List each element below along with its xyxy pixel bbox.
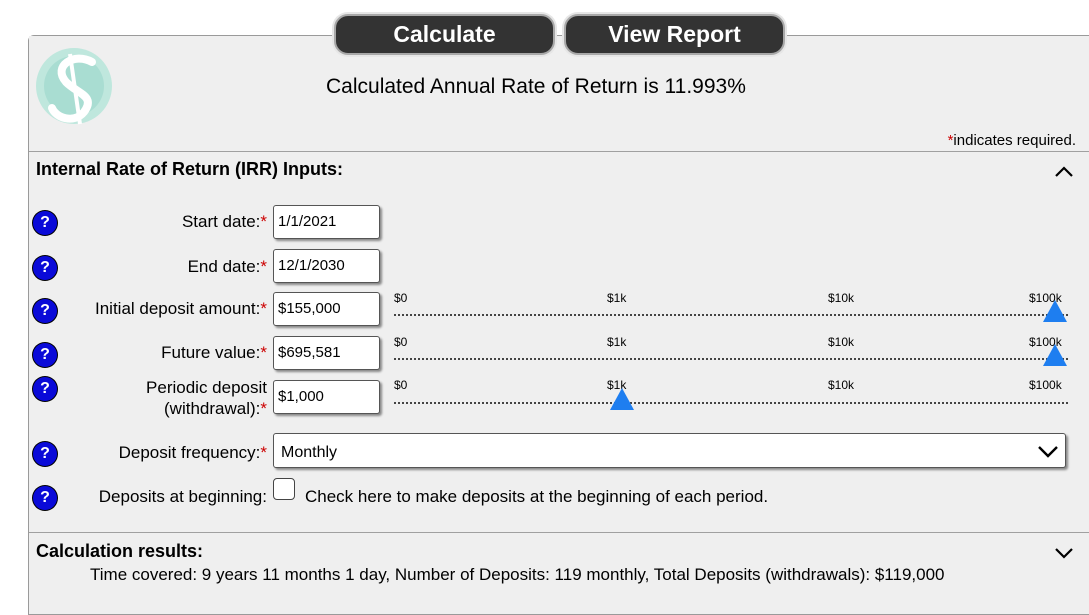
periodic-deposit-label: Periodic deposit (withdrawal):* — [146, 378, 267, 418]
deposit-frequency-label: Deposit frequency:* — [118, 443, 267, 462]
future-value-slider-track[interactable] — [394, 358, 1068, 360]
section-divider — [29, 532, 1089, 533]
slider-tick-label: $10k — [828, 335, 855, 349]
start-date-label: Start date:* — [181, 212, 267, 231]
periodic-deposit-slider-thumb[interactable] — [610, 388, 634, 410]
initial-deposit-slider-track[interactable] — [394, 314, 1068, 316]
future-value-label: Future value:* — [161, 343, 267, 362]
chevron-down-icon — [1038, 446, 1058, 458]
help-deposits-beginning-icon[interactable]: ? — [33, 486, 57, 510]
initial-deposit-input[interactable]: $155,000 — [273, 292, 380, 326]
help-future-value-icon[interactable]: ? — [33, 343, 57, 367]
periodic-deposit-slider-track[interactable] — [394, 402, 1068, 404]
slider-tick-label: $10k — [828, 291, 855, 305]
start-date-input[interactable]: 1/1/2021 — [273, 205, 380, 239]
end-date-input[interactable]: 12/1/2030 — [273, 249, 380, 283]
help-periodic-deposit-icon[interactable]: ? — [33, 377, 57, 401]
chevron-down-icon[interactable] — [1053, 542, 1075, 564]
required-note: *indicates required. — [948, 132, 1076, 149]
slider-tick-label: $0 — [394, 291, 408, 305]
slider-tick-label: $1k — [607, 335, 627, 349]
help-start-date-icon[interactable]: ? — [33, 211, 57, 235]
slider-tick-label: $100k — [1029, 378, 1062, 392]
calculate-button[interactable]: Calculate — [334, 14, 555, 55]
help-deposit-frequency-icon[interactable]: ? — [33, 442, 57, 466]
initial-deposit-label: Initial deposit amount:* — [94, 299, 267, 318]
slider-tick-label: $0 — [394, 335, 408, 349]
help-initial-deposit-icon[interactable]: ? — [33, 299, 57, 323]
inputs-section-title: Internal Rate of Return (IRR) Inputs: — [36, 159, 343, 179]
result-text: Calculated Annual Rate of Return is 11.9… — [326, 75, 746, 98]
logo — [36, 48, 112, 125]
section-divider — [29, 151, 1089, 152]
initial-deposit-slider-thumb[interactable] — [1043, 300, 1067, 322]
deposits-beginning-label: Deposits at beginning: — [98, 487, 267, 506]
deposits-beginning-checkbox-text: Check here to make deposits at the begin… — [305, 487, 769, 506]
future-value-input[interactable]: $695,581 — [273, 336, 380, 370]
results-summary: Time covered: 9 years 11 months 1 day, N… — [90, 565, 945, 584]
help-end-date-icon[interactable]: ? — [33, 256, 57, 280]
results-section-title: Calculation results: — [36, 541, 204, 561]
future-value-slider-thumb[interactable] — [1043, 344, 1067, 366]
slider-tick-label: $10k — [828, 378, 855, 392]
end-date-label: End date:* — [187, 257, 267, 276]
periodic-deposit-input[interactable]: $1,000 — [273, 380, 380, 414]
required-text: indicates required. — [953, 132, 1076, 149]
chevron-up-icon[interactable] — [1053, 161, 1075, 183]
deposits-beginning-checkbox[interactable] — [273, 478, 295, 500]
slider-tick-label: $0 — [394, 378, 408, 392]
deposit-frequency-value: Monthly — [281, 444, 338, 461]
view-report-button[interactable]: View Report — [564, 14, 785, 55]
deposit-frequency-select[interactable]: Monthly — [273, 433, 1066, 468]
slider-tick-label: $1k — [607, 291, 627, 305]
